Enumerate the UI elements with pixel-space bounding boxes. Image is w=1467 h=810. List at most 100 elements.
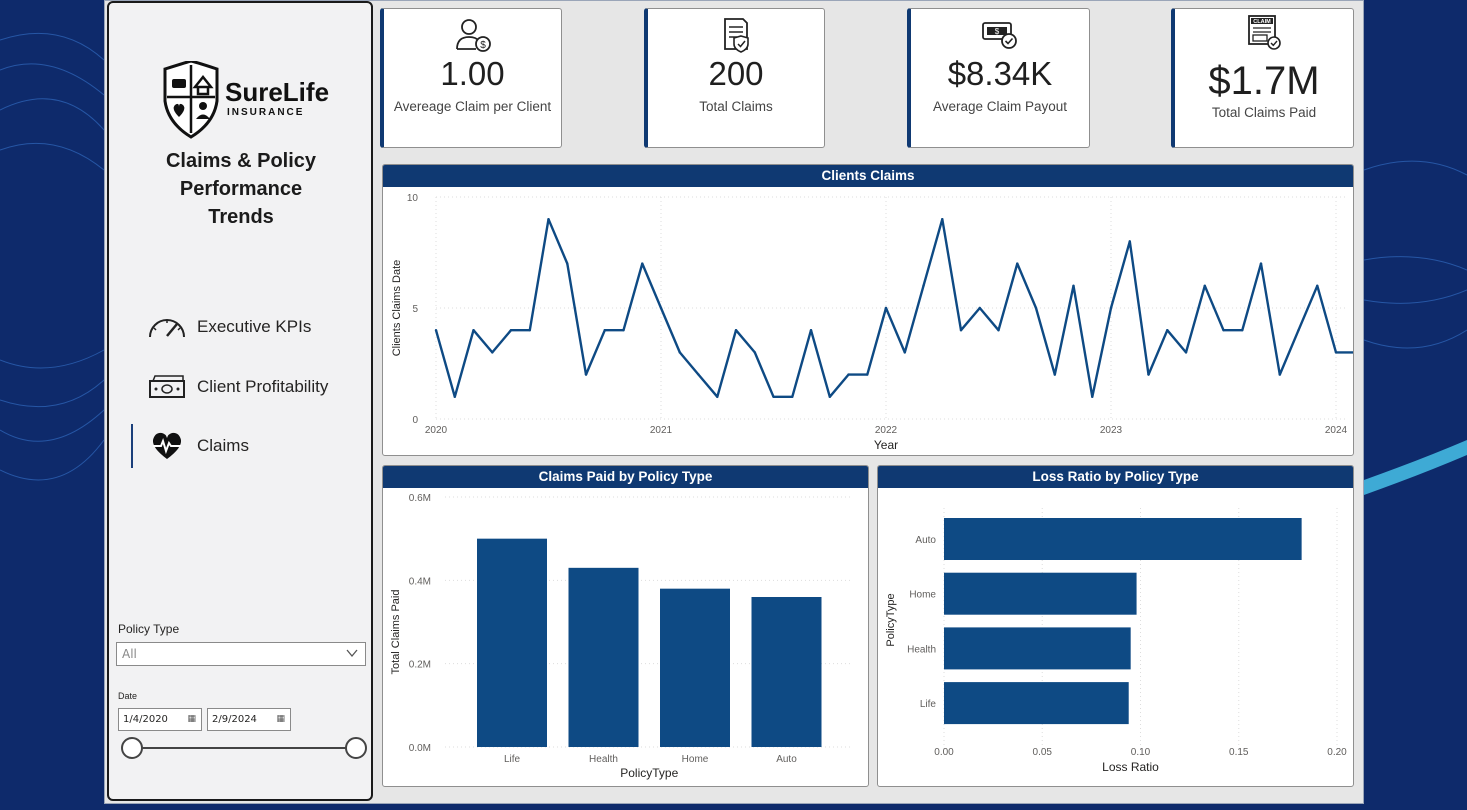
bar [568, 567, 639, 747]
x-tick-label: Auto [776, 754, 797, 765]
data-point [1259, 262, 1263, 265]
x-tick-label: Health [589, 754, 618, 765]
chart-title: Claims Paid by Policy Type [383, 466, 868, 488]
x-tick-label: 0.20 [1327, 747, 1347, 758]
y-axis-title: Total Claims Paid [390, 590, 402, 675]
data-point [584, 373, 588, 376]
x-tick-label: Home [682, 754, 709, 765]
nav-item-claims[interactable]: Claims [131, 424, 369, 468]
money-bill-icon [145, 372, 189, 402]
data-point [772, 395, 775, 398]
data-point [1297, 329, 1300, 332]
data-point [828, 395, 831, 398]
data-point [1016, 262, 1019, 265]
claim-form-icon: CLAIM [1248, 15, 1281, 50]
bar [660, 588, 730, 747]
policy-type-dropdown[interactable]: All [116, 642, 366, 666]
data-point [1166, 329, 1169, 332]
data-point [1034, 306, 1038, 310]
y-tick-label: 0 [412, 415, 418, 426]
data-point [1334, 351, 1338, 354]
claims-paid-chart-panel[interactable]: Claims Paid by Policy Type 0.0M 0.2M 0.4M 0… [382, 465, 869, 787]
x-tick-label: 0.05 [1033, 747, 1053, 758]
data-point [622, 329, 625, 332]
data-point [1128, 240, 1131, 243]
y-tick-label: Home [909, 590, 936, 601]
x-tick-label: 0.10 [1131, 747, 1151, 758]
clients-claims-line-chart[interactable]: 0 5 10 2020 2021 2022 2023 2024 Year Clients Clai… [383, 187, 1353, 455]
date-slider-end-handle[interactable] [345, 737, 367, 759]
date-start-input[interactable]: 1/4/2020 ▦ [118, 708, 202, 731]
kpi-value: $1.7M [1208, 59, 1320, 103]
nav-item-client-profitability[interactable]: Client Profitability [131, 367, 369, 407]
clients-claims-chart-panel[interactable]: Clients Claims 0 5 10 2020 2021 2022 2023 2024 Y… [382, 164, 1354, 456]
bar [751, 597, 822, 747]
loss-ratio-chart-panel[interactable]: Loss Ratio by Policy Type 0.00 0.05 0.10 0.… [877, 465, 1354, 787]
kpi-card-avg-claim-per-client[interactable]: $ 1.00 Avereage Claim per Client [380, 8, 562, 148]
series-line [434, 218, 1353, 399]
x-tick-label: Life [504, 754, 521, 765]
data-point [603, 329, 606, 332]
y-tick-label: Life [920, 699, 937, 710]
page-title-line: Trends [208, 206, 274, 228]
data-point [997, 329, 1000, 332]
chart-title: Clients Claims [383, 165, 1353, 187]
bar [477, 538, 547, 747]
user-dollar-icon: $ [455, 19, 491, 52]
date-end-input[interactable]: 2/9/2024 ▦ [207, 708, 291, 731]
x-tick-label: 2022 [875, 425, 898, 436]
data-point [1072, 284, 1075, 287]
data-point [509, 329, 513, 332]
date-slider-start-handle[interactable] [121, 737, 143, 759]
calendar-icon[interactable]: ▦ [276, 714, 285, 724]
data-point [959, 329, 963, 332]
brand-tagline: INSURANCE [227, 107, 304, 118]
bar [944, 518, 1302, 560]
cash-check-icon: $ [982, 22, 1017, 49]
data-point [566, 262, 569, 265]
data-point [809, 329, 813, 332]
kpi-label: Total Claims Paid [1211, 105, 1317, 120]
data-point [1241, 329, 1244, 332]
page-title-line: Claims & Policy [165, 150, 317, 172]
data-point [866, 373, 869, 376]
loss-ratio-bar-chart[interactable]: 0.00 0.05 0.10 0.15 0.20 Auto Home Health Life Lo… [878, 488, 1353, 786]
bar [944, 627, 1131, 670]
y-tick-label: 0.2M [409, 660, 431, 671]
page-title: Claims & Policy Performance Trends [129, 147, 353, 231]
nav-item-executive-kpis[interactable]: Executive KPIs [131, 307, 369, 347]
policy-type-value: All [122, 647, 137, 661]
document-shield-icon [724, 18, 749, 53]
bar [944, 572, 1137, 615]
kpi-label: Avereage Claim per Client [393, 99, 552, 114]
nav-label: Executive KPIs [197, 317, 312, 336]
claims-paid-bar-chart[interactable]: 0.0M 0.2M 0.4M 0.6M Life Health Home Auto Policy… [383, 488, 868, 786]
data-point [791, 395, 794, 398]
x-axis-title: Year [874, 438, 898, 452]
kpi-card-total-claims-paid[interactable]: CLAIM $1.7M Total Claims Paid [1171, 8, 1354, 148]
calendar-icon[interactable]: ▦ [187, 714, 196, 724]
data-point [1222, 329, 1225, 332]
date-range-slider-track[interactable] [131, 747, 357, 749]
data-point [734, 329, 738, 332]
y-tick-label: 0.4M [409, 576, 431, 587]
data-point [491, 351, 494, 354]
page-title-line: Performance [179, 178, 303, 200]
data-point [884, 306, 888, 310]
kpi-card-avg-claim-payout[interactable]: $ $8.34K Average Claim Payout [907, 8, 1090, 148]
x-tick-label: 2023 [1100, 425, 1123, 436]
nav-label: Claims [197, 436, 249, 455]
y-tick-label: 0.0M [409, 743, 431, 754]
x-tick-label: 2021 [650, 425, 673, 436]
x-tick-label: 2020 [425, 425, 448, 436]
chart-title: Loss Ratio by Policy Type [878, 466, 1353, 488]
brand-name: SureLife [225, 77, 329, 107]
surelife-logo: SureLife INSURANCE [163, 61, 329, 139]
kpi-value: 200 [708, 55, 764, 92]
data-point [528, 329, 531, 332]
data-point [1278, 373, 1281, 376]
kpi-card-total-claims[interactable]: 200 Total Claims [644, 8, 825, 148]
data-point [716, 395, 719, 398]
speedometer-icon [145, 312, 189, 342]
data-point [903, 351, 906, 354]
